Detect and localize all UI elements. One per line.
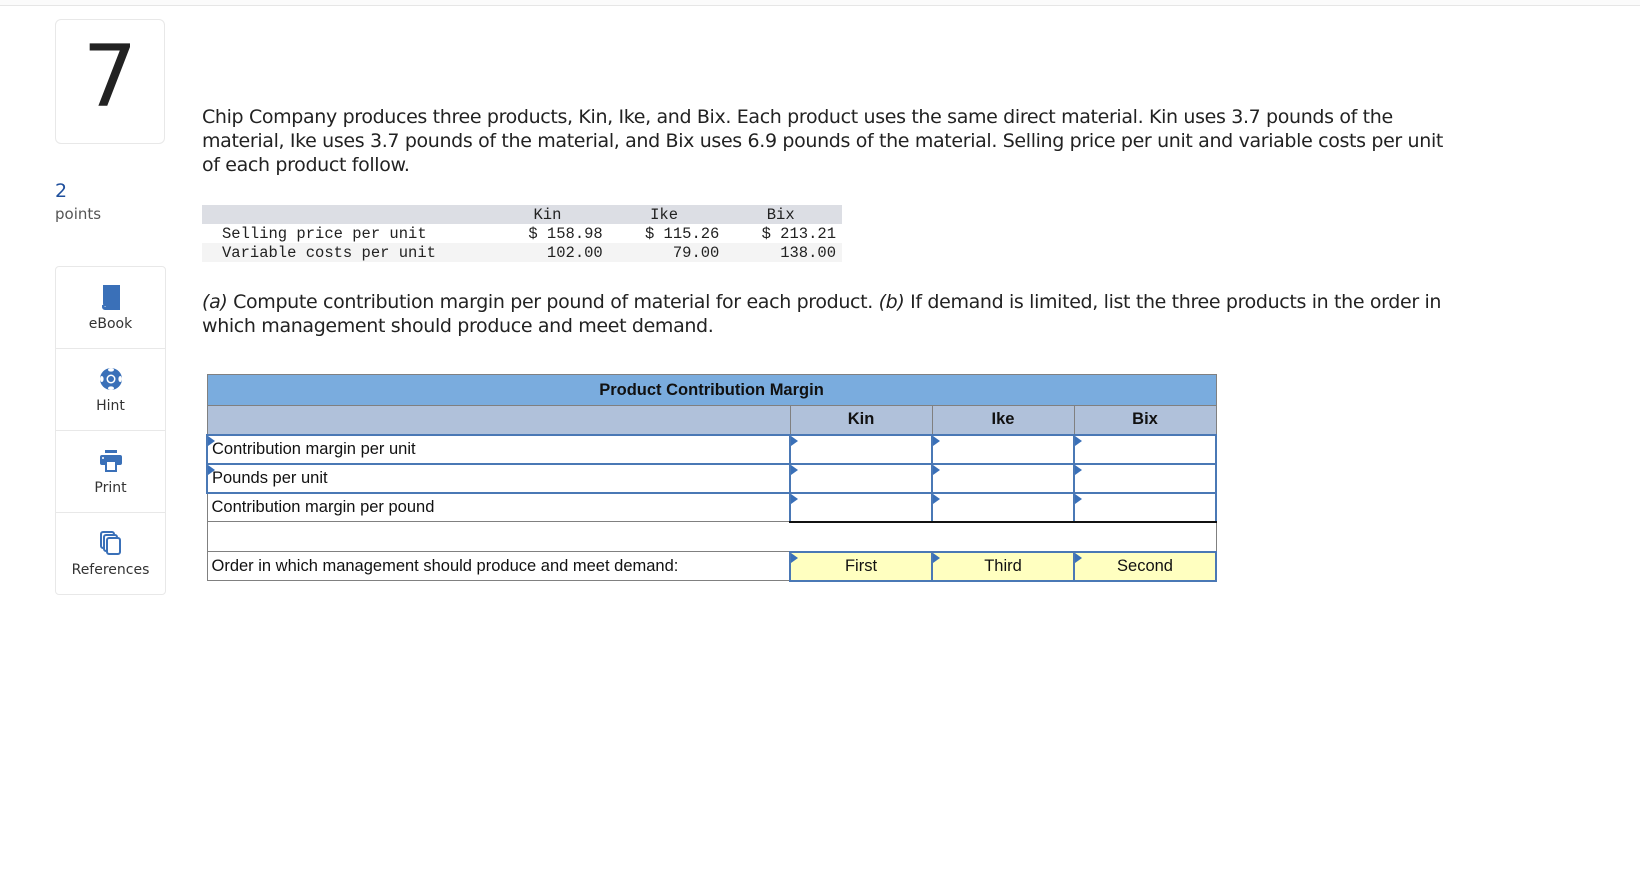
part-a-text: Compute contribution margin per pound of…	[227, 291, 879, 313]
input-marker-icon	[1075, 464, 1082, 475]
order-bix-select[interactable]: Second	[1073, 550, 1217, 582]
cm-per-unit-ike-input[interactable]	[931, 433, 1075, 465]
given-row-label: Selling price per unit	[222, 224, 427, 243]
cm-per-pound-bix-input[interactable]	[1073, 491, 1217, 523]
cm-per-pound-kin-input[interactable]	[789, 491, 933, 523]
input-marker-icon	[791, 435, 798, 446]
hint-label: Hint	[96, 398, 125, 414]
given-data-table: Kin Ike Bix Selling price per unit $ 158…	[202, 205, 842, 262]
row-label: Pounds per unit	[212, 468, 328, 487]
order-ike-value: Third	[984, 556, 1022, 575]
input-marker-icon	[933, 493, 940, 504]
print-label: Print	[94, 480, 127, 496]
cm-per-pound-ike-input[interactable]	[931, 491, 1075, 523]
references-label: References	[71, 562, 150, 578]
dropdown-marker-icon	[791, 552, 798, 563]
value-input[interactable]	[1075, 464, 1215, 492]
value-input[interactable]	[933, 464, 1073, 492]
given-value: 79.00	[672, 243, 720, 262]
row-label-input[interactable]: Contribution margin per unit	[206, 433, 791, 465]
spacer-row	[206, 521, 1217, 552]
worksheet-row: Pounds per unit	[206, 462, 1217, 494]
given-value: 102.00	[546, 243, 603, 262]
order-bix-value: Second	[1117, 556, 1173, 575]
top-bar	[0, 0, 1640, 6]
given-row-label: Variable costs per unit	[222, 243, 436, 262]
book-icon	[101, 285, 120, 310]
dropdown-marker-icon	[1075, 552, 1082, 563]
dropdown-marker-icon	[933, 552, 940, 563]
ebook-label: eBook	[88, 316, 133, 332]
value-input[interactable]	[1075, 493, 1215, 521]
given-value: $ 158.98	[528, 224, 603, 243]
cm-per-unit-kin-input[interactable]	[789, 433, 933, 465]
column-header-ike: Ike	[931, 405, 1075, 435]
given-row: Selling price per unit $ 158.98 $ 115.26…	[202, 224, 842, 243]
part-b-label: (b)	[878, 291, 905, 313]
cm-per-unit-bix-input[interactable]	[1073, 433, 1217, 465]
value-input[interactable]	[791, 435, 931, 463]
input-marker-icon	[1075, 435, 1082, 446]
column-header-bix: Bix	[1073, 405, 1217, 435]
value-input[interactable]	[933, 435, 1073, 463]
input-marker-icon	[1075, 493, 1082, 504]
given-header-ike: Ike	[650, 205, 678, 224]
lifebuoy-icon	[99, 368, 122, 390]
ebook-button[interactable]: eBook	[56, 267, 165, 349]
pounds-per-unit-bix-input[interactable]	[1073, 462, 1217, 494]
worksheet-table: Product Contribution Margin Kin Ike Bix …	[206, 374, 1217, 582]
given-header-row: Kin Ike Bix	[202, 205, 842, 224]
given-value: $ 213.21	[761, 224, 836, 243]
pounds-per-unit-ike-input[interactable]	[931, 462, 1075, 494]
order-kin-value: First	[844, 556, 878, 575]
hint-button[interactable]: Hint	[56, 349, 165, 431]
given-value: 138.00	[780, 243, 836, 262]
value-input[interactable]	[791, 493, 931, 521]
question-number: 7	[82, 26, 138, 127]
row-label-input[interactable]: Pounds per unit	[206, 462, 791, 494]
references-button[interactable]: References	[56, 513, 165, 594]
given-value: $ 115.26	[644, 224, 720, 243]
row-label: Contribution margin per unit	[212, 439, 416, 458]
column-header-kin: Kin	[789, 405, 933, 435]
documents-icon	[99, 531, 121, 555]
order-row-label: Order in which management should produce…	[206, 551, 791, 581]
spacer-cell	[206, 521, 1217, 552]
worksheet-header-blank	[206, 405, 791, 435]
input-marker-icon	[791, 464, 798, 475]
worksheet-title: Product Contribution Margin	[206, 374, 1217, 406]
input-marker-icon	[791, 493, 798, 504]
given-row: Variable costs per unit 102.00 79.00 138…	[202, 243, 842, 262]
row-label: Contribution margin per pound	[206, 492, 791, 522]
question-number-box: 7	[55, 19, 165, 144]
printer-icon	[99, 450, 122, 472]
given-header-blank	[202, 205, 492, 224]
given-header-bix: Bix	[766, 205, 795, 224]
given-header-kin: Kin	[533, 205, 562, 224]
dropdown-marker-icon	[208, 435, 215, 446]
order-kin-select[interactable]: First	[789, 550, 933, 582]
part-a-label: (a)	[202, 291, 228, 313]
order-ike-select[interactable]: Third	[931, 550, 1075, 582]
print-button[interactable]: Print	[56, 431, 165, 513]
value-input[interactable]	[1075, 435, 1215, 463]
task-instructions: (a) Compute contribution margin per poun…	[202, 290, 1452, 338]
points-value: 2	[55, 180, 68, 202]
input-marker-icon	[933, 435, 940, 446]
question-intro: Chip Company produces three products, Ki…	[202, 106, 1443, 176]
worksheet-row: Contribution margin per pound	[206, 491, 1217, 523]
dropdown-marker-icon	[208, 464, 215, 475]
points-label: points	[55, 205, 102, 223]
value-input[interactable]	[791, 464, 931, 492]
tools-panel: eBook Hint Print References	[55, 266, 166, 595]
value-input[interactable]	[933, 493, 1073, 521]
input-marker-icon	[933, 464, 940, 475]
worksheet-row: Contribution margin per unit	[206, 433, 1217, 465]
pounds-per-unit-kin-input[interactable]	[789, 462, 933, 494]
order-row: Order in which management should produce…	[206, 550, 1217, 582]
